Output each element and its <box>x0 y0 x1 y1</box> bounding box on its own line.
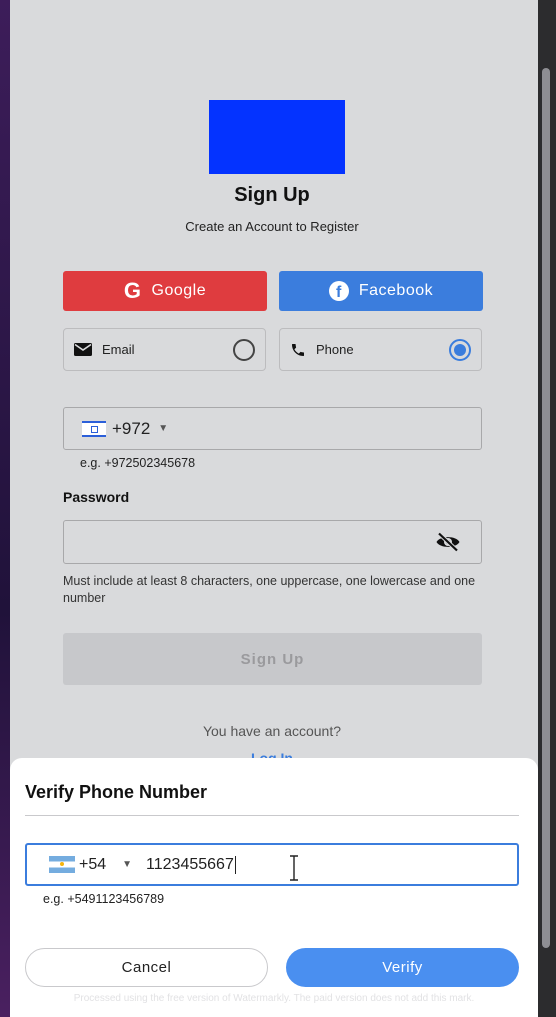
israel-flag-icon <box>82 420 106 437</box>
envelope-icon <box>74 343 92 356</box>
phone-method-label: Phone <box>316 342 354 357</box>
verify-phone-input[interactable]: +54 ▼ 1123455667 <box>25 843 519 886</box>
phone-example-hint: e.g. +972502345678 <box>80 456 196 470</box>
verify-phone-modal: Verify Phone Number +54 ▼ 1123455667 e.g… <box>10 758 538 1017</box>
modal-phone-example-hint: e.g. +5491123456789 <box>43 892 165 906</box>
signup-submit-button[interactable]: Sign Up <box>63 633 482 685</box>
password-requirements: Must include at least 8 characters, one … <box>63 574 476 605</box>
modal-phone-number[interactable]: 1123455667 <box>146 856 234 874</box>
eye-off-icon[interactable] <box>435 532 461 552</box>
page-title: Sign Up <box>234 184 310 206</box>
google-signup-button[interactable]: G Google <box>63 271 267 311</box>
chevron-down-icon[interactable]: ▼ <box>158 423 168 434</box>
verify-button[interactable]: Verify <box>286 948 519 987</box>
phone-radio[interactable] <box>449 338 471 361</box>
facebook-icon: f <box>328 281 349 301</box>
phone-method-option[interactable]: Phone <box>279 328 482 371</box>
scrollbar-thumb[interactable] <box>542 68 550 948</box>
argentina-flag-icon <box>49 856 75 873</box>
facebook-button-label: Facebook <box>358 282 434 299</box>
brand-logo <box>209 100 345 174</box>
phone-icon <box>292 343 304 356</box>
email-radio[interactable] <box>233 338 255 361</box>
cancel-button[interactable]: Cancel <box>25 948 268 987</box>
have-account-text: You have an account? <box>202 723 342 739</box>
page-subtitle: Create an Account to Register <box>185 219 359 234</box>
desktop-background <box>0 0 10 1017</box>
modal-divider <box>25 815 519 816</box>
chevron-down-icon[interactable]: ▼ <box>122 859 132 870</box>
google-button-label: Google <box>151 282 207 299</box>
text-cursor <box>234 855 236 874</box>
password-label: Password <box>63 489 130 505</box>
phone-input[interactable]: +972 ▼ <box>63 407 482 450</box>
email-method-option[interactable]: Email <box>63 328 266 371</box>
page-scrollbar[interactable] <box>538 0 556 1017</box>
watermark-text: Processed using the free version of Wate… <box>73 993 475 1004</box>
password-input[interactable] <box>63 520 482 564</box>
country-code[interactable]: +972 <box>112 419 150 439</box>
ibeam-cursor-icon <box>290 855 298 881</box>
modal-title: Verify Phone Number <box>25 782 208 802</box>
google-icon: G <box>123 278 142 303</box>
facebook-signup-button[interactable]: f Facebook <box>279 271 483 311</box>
email-method-label: Email <box>102 342 135 357</box>
modal-country-code[interactable]: +54 <box>79 856 106 874</box>
signup-page: Sign Up Create an Account to Register G … <box>10 0 538 1017</box>
